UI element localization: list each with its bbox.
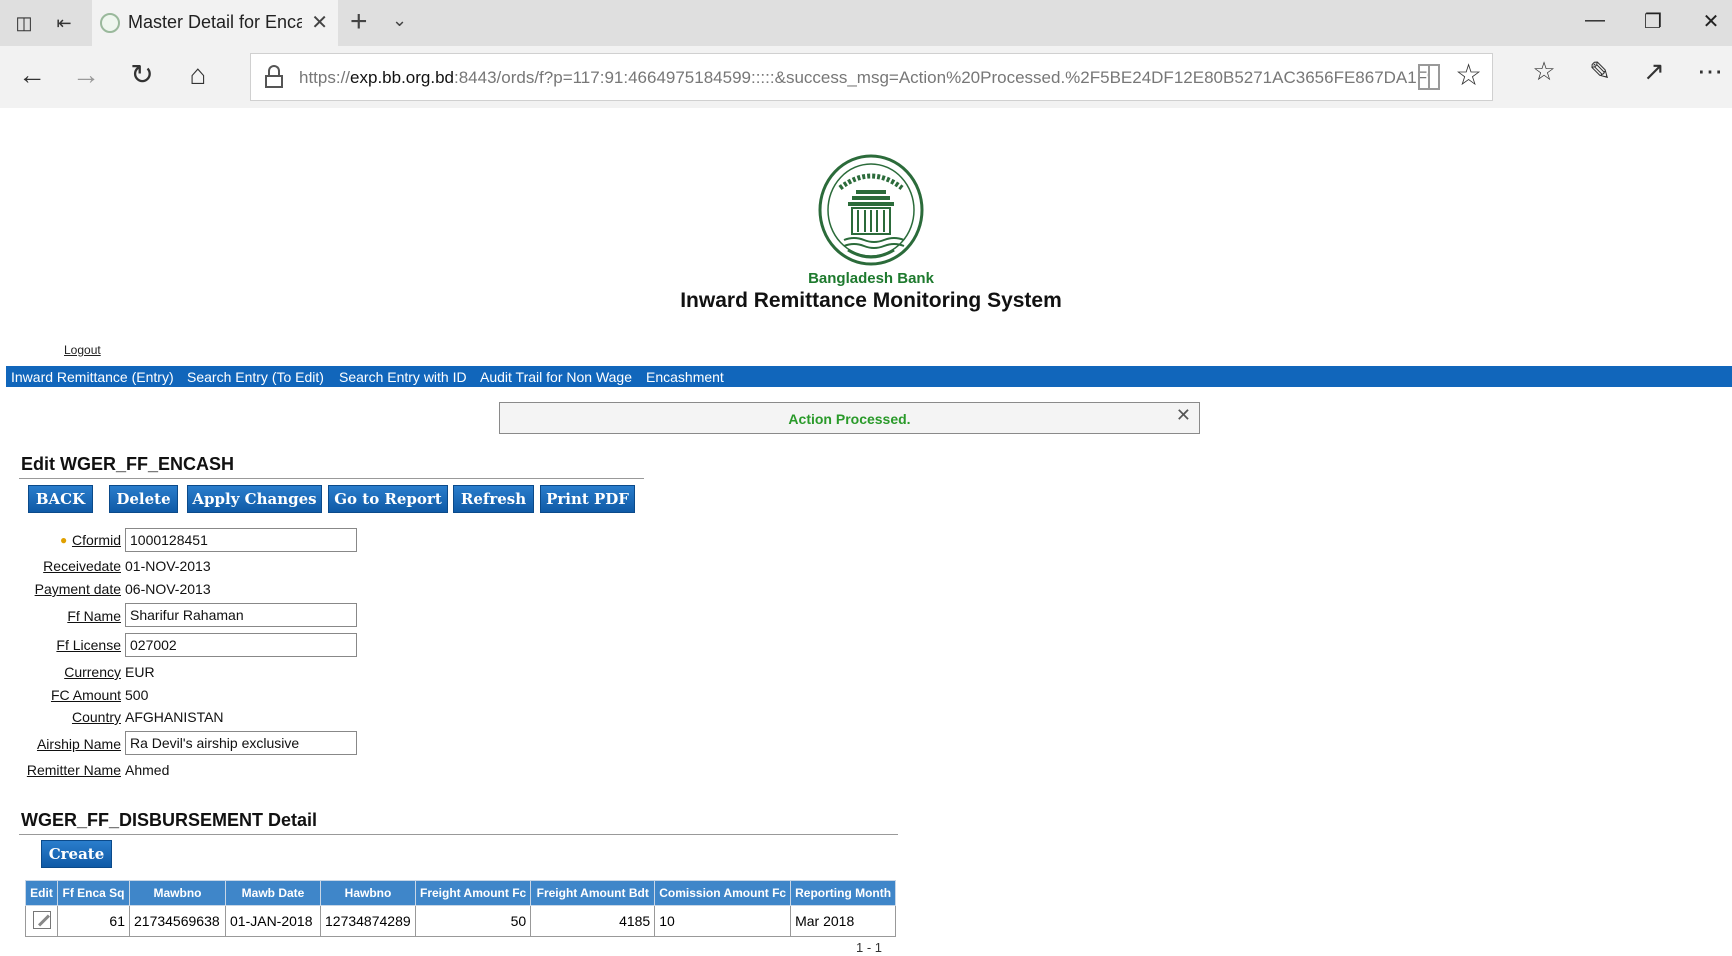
share-icon[interactable]: ↗ [1634,56,1674,87]
delete-button[interactable]: Delete [109,485,178,513]
new-tab-icon[interactable]: + [350,7,368,37]
menu-item-inward-remittance[interactable]: Inward Remittance (Entry) [11,369,174,385]
apply-changes-button[interactable]: Apply Changes [187,485,322,513]
edit-cell[interactable] [25,905,58,937]
logout-link[interactable]: Logout [64,343,101,357]
column-header[interactable]: Hawbno [320,880,416,906]
reading-view-icon[interactable] [1418,64,1440,90]
currency-label: Currency [64,664,121,680]
airship-name-label: Airship Name [36,736,121,752]
freight-fc-cell: 50 [414,905,532,937]
fc-amount-value: 500 [125,687,149,703]
menu-item-audit-trail[interactable]: Audit Trail for Non Wage [480,369,632,385]
column-header[interactable]: Comission Amount Fc [654,880,792,906]
receivedate-label: Receivedate [43,558,121,574]
window-close-icon[interactable]: ✕ [1696,9,1726,34]
freight-bdt-cell: 4185 [530,905,656,937]
address-bar[interactable]: https://exp.bb.org.bd:8443/ords/f?p=117:… [250,53,1493,101]
cformid-input[interactable] [125,528,357,552]
cformid-label: Cformid [71,532,121,548]
back-arrow-icon[interactable]: ← [14,59,50,91]
more-icon[interactable]: ⋯ [1690,56,1730,87]
tab-list-icon[interactable]: ◫ [12,12,36,34]
column-header[interactable]: Freight Amount Fc [414,880,532,906]
remitter-name-label: Remitter Name [26,762,121,778]
org-name: Bangladesh Bank [808,270,934,287]
menu-item-search-entry[interactable]: Search Entry (To Edit) [187,369,324,385]
tab-close-icon[interactable]: ✕ [311,10,328,35]
minimize-icon[interactable]: — [1580,9,1610,32]
mawbno-cell: 21734569638 [129,905,226,937]
pagination-text: 1 - 1 [856,940,883,955]
tab-title: Master Detail for Encash [128,12,302,32]
column-header: Edit [25,880,58,906]
column-header[interactable]: Mawb Date [225,880,321,906]
restore-icon[interactable]: ❐ [1638,9,1668,34]
favorites-list-icon[interactable]: ☆ [1524,56,1564,87]
success-message: Action Processed. ✕ [499,402,1200,434]
create-button[interactable]: Create [41,840,112,868]
edit-region-divider [19,478,644,479]
lock-icon [265,65,283,89]
required-indicator-icon: ● [60,533,68,547]
country-value: AFGHANISTAN [125,709,224,725]
refresh-button[interactable]: Refresh [453,485,534,513]
disbursement-table: Edit Ff Enca Sq Mawbno Mawb Date Hawbno … [25,880,897,937]
ff-enca-sq-cell: 61 [57,905,130,937]
menu-item-encashment[interactable]: Encashment [646,369,724,385]
country-label: Country [71,709,121,725]
remitter-name-value: Ahmed [125,762,170,778]
back-button[interactable]: BACK [28,485,93,513]
currency-value: EUR [125,664,155,680]
site-favicon-icon [100,13,120,33]
comission-fc-cell: 10 [654,905,792,937]
payment-date-label: Payment date [34,581,121,597]
forward-arrow-icon[interactable]: → [68,59,104,91]
browser-tab-bar: ◫ ⇤ Master Detail for Encash ✕ + ⌄ — ❐ ✕ [0,0,1732,46]
ff-license-label: Ff License [56,637,121,653]
mawb-date-cell: 01-JAN-2018 [225,905,321,937]
table-row: 61 21734569638 01-JAN-2018 12734874289 5… [25,905,897,937]
go-to-report-button[interactable]: Go to Report [328,485,448,513]
airship-name-input[interactable] [125,731,357,755]
ff-license-input[interactable] [125,633,357,657]
ff-name-input[interactable] [125,603,357,627]
home-icon[interactable]: ⌂ [180,59,216,91]
column-header[interactable]: Reporting Month [790,880,897,906]
detail-region-title: WGER_FF_DISBURSEMENT Detail [21,810,318,830]
bangladesh-bank-logo [818,154,924,266]
pen-notes-icon[interactable]: ✎ [1580,56,1620,87]
app-title: Inward Remittance Monitoring System [680,289,1062,312]
column-header[interactable]: Ff Enca Sq [57,880,130,906]
active-tab[interactable]: Master Detail for Encash ✕ [92,0,338,46]
column-header[interactable]: Mawbno [129,880,226,906]
success-message-text: Action Processed. [788,411,911,427]
browser-toolbar: ← → ↻ ⌂ https://exp.bb.org.bd:8443/ords/… [0,46,1732,108]
reload-icon[interactable]: ↻ [124,59,160,91]
edit-region-title: Edit WGER_FF_ENCASH [21,454,235,474]
payment-date-value: 06-NOV-2013 [125,581,211,597]
fc-amount-label: FC Amount [50,687,121,703]
tab-preview-chevron-icon[interactable]: ⌄ [392,10,407,31]
hawbno-cell: 12734874289 [320,905,416,937]
detail-region-divider [19,834,898,835]
edit-pencil-icon[interactable] [32,910,51,929]
url-text[interactable]: https://exp.bb.org.bd:8443/ords/f?p=117:… [299,68,1429,88]
reporting-month-cell: Mar 2018 [790,905,897,937]
main-menu-bar: Inward Remittance (Entry) Search Entry (… [6,366,1732,387]
favorite-star-icon[interactable]: ☆ [1455,58,1482,93]
table-header-row: Edit Ff Enca Sq Mawbno Mawb Date Hawbno … [25,880,897,906]
print-pdf-button[interactable]: Print PDF [540,485,635,513]
column-header[interactable]: Freight Amount Bdt [530,880,656,906]
menu-item-search-entry-id[interactable]: Search Entry with ID [339,369,467,385]
set-aside-tabs-icon[interactable]: ⇤ [52,12,76,34]
receivedate-value: 01-NOV-2013 [125,558,211,574]
message-close-icon[interactable]: ✕ [1176,405,1191,426]
ff-name-label: Ff Name [67,608,121,624]
